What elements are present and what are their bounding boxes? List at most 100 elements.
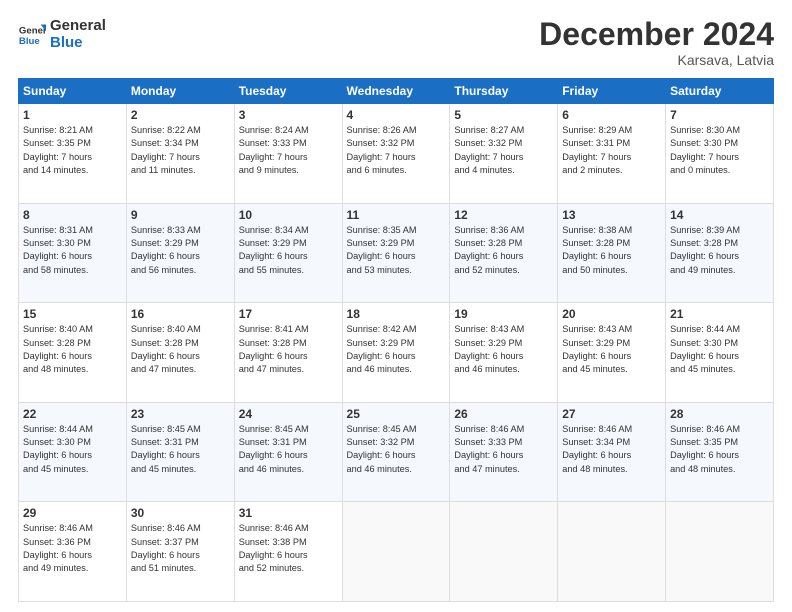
calendar-cell: 19Sunrise: 8:43 AM Sunset: 3:29 PM Dayli… (450, 303, 558, 403)
col-friday: Friday (558, 79, 666, 104)
svg-text:General: General (19, 25, 46, 36)
day-number: 3 (239, 108, 338, 122)
calendar-cell: 24Sunrise: 8:45 AM Sunset: 3:31 PM Dayli… (234, 402, 342, 502)
calendar-cell: 18 Sunrise: 8:42 AM Sunset: 3:29 PM Dayli… (342, 303, 450, 403)
col-saturday: Saturday (666, 79, 774, 104)
day-info: Sunrise: 8:46 AM Sunset: 3:34 PM Dayligh… (562, 423, 661, 476)
page: General Blue General Blue December 2024 … (0, 0, 792, 612)
day-info: Sunrise: 8:34 AM Sunset: 3:29 PM Dayligh… (239, 224, 338, 277)
svg-text:Blue: Blue (19, 35, 40, 46)
calendar-cell: 4 Sunrise: 8:26 AM Sunset: 3:32 PM Daylig… (342, 104, 450, 204)
calendar-cell: 21 Sunrise: 8:44 AM Sunset: 3:30 PM Dayli… (666, 303, 774, 403)
calendar-week-row: 1 Sunrise: 8:21 AM Sunset: 3:35 PM Daylig… (19, 104, 774, 204)
col-wednesday: Wednesday (342, 79, 450, 104)
calendar-cell: 16 Sunrise: 8:40 AM Sunset: 3:28 PM Dayli… (126, 303, 234, 403)
calendar-cell: 5 Sunrise: 8:27 AM Sunset: 3:32 PM Daylig… (450, 104, 558, 204)
day-number: 26 (454, 407, 553, 421)
calendar-cell: 30 Sunrise: 8:46 AM Sunset: 3:37 PM Dayli… (126, 502, 234, 602)
calendar-cell: 7 Sunrise: 8:30 AM Sunset: 3:30 PM Daylig… (666, 104, 774, 204)
calendar-cell (342, 502, 450, 602)
calendar-cell: 17Sunrise: 8:41 AM Sunset: 3:28 PM Dayli… (234, 303, 342, 403)
calendar-cell: 28 Sunrise: 8:46 AM Sunset: 3:35 PM Dayli… (666, 402, 774, 502)
calendar-cell: 12 Sunrise: 8:36 AM Sunset: 3:28 PM Dayli… (450, 203, 558, 303)
day-info: Sunrise: 8:21 AM Sunset: 3:35 PM Dayligh… (23, 124, 122, 177)
day-number: 28 (670, 407, 769, 421)
day-number: 16 (131, 307, 230, 321)
day-number: 9 (131, 208, 230, 222)
logo-icon: General Blue (18, 21, 46, 49)
col-thursday: Thursday (450, 79, 558, 104)
calendar-cell: 20Sunrise: 8:43 AM Sunset: 3:29 PM Dayli… (558, 303, 666, 403)
header: General Blue General Blue December 2024 … (18, 18, 774, 68)
location: Karsava, Latvia (539, 52, 774, 68)
day-info: Sunrise: 8:38 AM Sunset: 3:28 PM Dayligh… (562, 224, 661, 277)
calendar-week-row: 8 Sunrise: 8:31 AM Sunset: 3:30 PM Daylig… (19, 203, 774, 303)
day-number: 27 (562, 407, 661, 421)
day-info: Sunrise: 8:29 AM Sunset: 3:31 PM Dayligh… (562, 124, 661, 177)
calendar-cell (450, 502, 558, 602)
day-info: Sunrise: 8:30 AM Sunset: 3:30 PM Dayligh… (670, 124, 769, 177)
day-info: Sunrise: 8:39 AM Sunset: 3:28 PM Dayligh… (670, 224, 769, 277)
calendar-cell: 8 Sunrise: 8:31 AM Sunset: 3:30 PM Daylig… (19, 203, 127, 303)
day-number: 14 (670, 208, 769, 222)
day-number: 12 (454, 208, 553, 222)
calendar-cell: 22Sunrise: 8:44 AM Sunset: 3:30 PM Dayli… (19, 402, 127, 502)
calendar-cell (666, 502, 774, 602)
logo-text: General Blue (50, 18, 106, 51)
day-number: 30 (131, 506, 230, 520)
day-info: Sunrise: 8:46 AM Sunset: 3:36 PM Dayligh… (23, 522, 122, 575)
day-number: 23 (131, 407, 230, 421)
day-number: 8 (23, 208, 122, 222)
day-number: 31 (239, 506, 338, 520)
day-info: Sunrise: 8:31 AM Sunset: 3:30 PM Dayligh… (23, 224, 122, 277)
day-info: Sunrise: 8:36 AM Sunset: 3:28 PM Dayligh… (454, 224, 553, 277)
calendar-cell: 2 Sunrise: 8:22 AM Sunset: 3:34 PM Daylig… (126, 104, 234, 204)
day-info: Sunrise: 8:46 AM Sunset: 3:33 PM Dayligh… (454, 423, 553, 476)
day-number: 4 (347, 108, 446, 122)
calendar-table: Sunday Monday Tuesday Wednesday Thursday… (18, 78, 774, 602)
day-info: Sunrise: 8:27 AM Sunset: 3:32 PM Dayligh… (454, 124, 553, 177)
day-number: 21 (670, 307, 769, 321)
day-info: Sunrise: 8:45 AM Sunset: 3:31 PM Dayligh… (239, 423, 338, 476)
day-number: 1 (23, 108, 122, 122)
day-number: 6 (562, 108, 661, 122)
day-info: Sunrise: 8:44 AM Sunset: 3:30 PM Dayligh… (670, 323, 769, 376)
day-number: 20 (562, 307, 661, 321)
logo: General Blue General Blue (18, 18, 106, 51)
title-area: December 2024 Karsava, Latvia (539, 18, 774, 68)
calendar-cell: 6 Sunrise: 8:29 AM Sunset: 3:31 PM Daylig… (558, 104, 666, 204)
calendar-cell: 13Sunrise: 8:38 AM Sunset: 3:28 PM Dayli… (558, 203, 666, 303)
calendar-body: 1 Sunrise: 8:21 AM Sunset: 3:35 PM Daylig… (19, 104, 774, 602)
calendar-cell: 26 Sunrise: 8:46 AM Sunset: 3:33 PM Dayli… (450, 402, 558, 502)
day-number: 15 (23, 307, 122, 321)
day-number: 18 (347, 307, 446, 321)
day-info: Sunrise: 8:40 AM Sunset: 3:28 PM Dayligh… (23, 323, 122, 376)
day-info: Sunrise: 8:40 AM Sunset: 3:28 PM Dayligh… (131, 323, 230, 376)
calendar-cell: 27 Sunrise: 8:46 AM Sunset: 3:34 PM Dayli… (558, 402, 666, 502)
day-info: Sunrise: 8:46 AM Sunset: 3:38 PM Dayligh… (239, 522, 338, 575)
col-tuesday: Tuesday (234, 79, 342, 104)
day-number: 2 (131, 108, 230, 122)
day-info: Sunrise: 8:46 AM Sunset: 3:37 PM Dayligh… (131, 522, 230, 575)
day-info: Sunrise: 8:35 AM Sunset: 3:29 PM Dayligh… (347, 224, 446, 277)
day-info: Sunrise: 8:22 AM Sunset: 3:34 PM Dayligh… (131, 124, 230, 177)
day-number: 5 (454, 108, 553, 122)
calendar-cell: 11 Sunrise: 8:35 AM Sunset: 3:29 PM Dayli… (342, 203, 450, 303)
calendar-week-row: 29 Sunrise: 8:46 AM Sunset: 3:36 PM Dayli… (19, 502, 774, 602)
day-info: Sunrise: 8:45 AM Sunset: 3:31 PM Dayligh… (131, 423, 230, 476)
day-number: 7 (670, 108, 769, 122)
calendar-header-row: Sunday Monday Tuesday Wednesday Thursday… (19, 79, 774, 104)
day-info: Sunrise: 8:46 AM Sunset: 3:35 PM Dayligh… (670, 423, 769, 476)
day-number: 11 (347, 208, 446, 222)
calendar-cell (558, 502, 666, 602)
calendar-cell: 1 Sunrise: 8:21 AM Sunset: 3:35 PM Daylig… (19, 104, 127, 204)
day-number: 29 (23, 506, 122, 520)
day-info: Sunrise: 8:26 AM Sunset: 3:32 PM Dayligh… (347, 124, 446, 177)
month-title: December 2024 (539, 18, 774, 50)
day-info: Sunrise: 8:42 AM Sunset: 3:29 PM Dayligh… (347, 323, 446, 376)
calendar-cell: 3 Sunrise: 8:24 AM Sunset: 3:33 PM Daylig… (234, 104, 342, 204)
col-monday: Monday (126, 79, 234, 104)
calendar-cell: 10Sunrise: 8:34 AM Sunset: 3:29 PM Dayli… (234, 203, 342, 303)
day-info: Sunrise: 8:24 AM Sunset: 3:33 PM Dayligh… (239, 124, 338, 177)
day-info: Sunrise: 8:33 AM Sunset: 3:29 PM Dayligh… (131, 224, 230, 277)
